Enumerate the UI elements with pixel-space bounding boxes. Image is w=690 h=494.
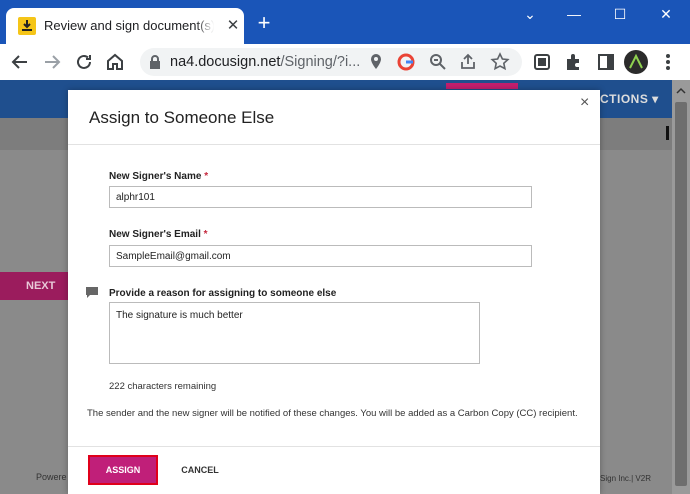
browser-toolbar: na4.docusign.net/Signing/?i...	[0, 44, 690, 80]
assign-dialog: Assign to Someone Else × New Signer's Na…	[68, 90, 600, 494]
assign-button[interactable]: ASSIGN	[88, 455, 158, 485]
next-button[interactable]: NEXT	[0, 272, 70, 300]
home-icon[interactable]	[103, 50, 127, 74]
cancel-button[interactable]: CANCEL	[172, 455, 228, 485]
dialog-close-icon[interactable]: ×	[580, 94, 589, 112]
finish-button-edge	[446, 83, 518, 89]
footer-copyright: Sign Inc.| V2R	[600, 474, 651, 483]
scrollbar-thumb[interactable]	[675, 102, 687, 486]
page-scrollbar[interactable]	[672, 80, 690, 494]
tab-close-icon[interactable]: ✕	[224, 17, 242, 35]
signer-name-input[interactable]: alphr101	[109, 186, 532, 208]
browser-titlebar: Review and sign document(s) | DocuSign ✕…	[0, 0, 690, 44]
share-icon[interactable]	[458, 52, 478, 72]
tab-title: Review and sign document(s) | DocuSign	[44, 18, 214, 33]
minimize-button[interactable]: —	[560, 6, 588, 28]
reload-icon[interactable]	[72, 50, 96, 74]
location-pin-icon[interactable]	[366, 52, 386, 72]
footer-powered-by: Powere	[36, 472, 67, 482]
characters-remaining: 222 characters remaining	[109, 381, 217, 392]
back-arrow-icon[interactable]	[8, 50, 32, 74]
url-text: na4.docusign.net/Signing/?i...	[170, 54, 361, 70]
window-close-button[interactable]: ✕	[652, 6, 680, 28]
tab-search-icon[interactable]: ⌄	[516, 6, 544, 28]
side-panel-icon[interactable]	[594, 50, 618, 74]
scroll-up-icon[interactable]	[676, 86, 686, 96]
extension-screenshot-icon[interactable]	[530, 50, 554, 74]
dialog-divider	[68, 144, 600, 145]
dialog-footer-divider	[68, 446, 600, 447]
forward-arrow-icon[interactable]	[40, 50, 64, 74]
new-tab-button[interactable]: +	[252, 12, 276, 36]
notification-notice: The sender and the new signer will be no…	[87, 408, 578, 419]
google-icon[interactable]	[396, 52, 416, 72]
comment-icon	[86, 287, 98, 298]
menu-kebab-icon[interactable]	[656, 50, 680, 74]
maximize-button[interactable]: ☐	[606, 6, 634, 28]
signer-email-input[interactable]: SampleEmail@gmail.com	[109, 245, 532, 267]
toolbar-edge-mark	[666, 126, 669, 140]
docusign-download-icon	[18, 17, 36, 35]
reason-textarea[interactable]: The signature is much better	[109, 302, 480, 364]
extensions-puzzle-icon[interactable]	[562, 50, 586, 74]
reason-label: Provide a reason for assigning to someon…	[109, 288, 337, 299]
zoom-icon[interactable]	[428, 52, 448, 72]
dialog-title: Assign to Someone Else	[89, 108, 275, 127]
address-bar[interactable]: na4.docusign.net/Signing/?i...	[140, 48, 522, 76]
profile-avatar[interactable]	[624, 50, 648, 74]
signer-name-label: New Signer's Name *	[109, 171, 209, 182]
other-actions-menu[interactable]: CTIONS ▾	[600, 92, 659, 106]
lock-icon[interactable]	[148, 54, 162, 70]
browser-tab[interactable]: Review and sign document(s) | DocuSign ✕	[6, 8, 244, 44]
signer-email-label: New Signer's Email *	[109, 229, 208, 240]
bookmark-star-icon[interactable]	[490, 52, 510, 72]
